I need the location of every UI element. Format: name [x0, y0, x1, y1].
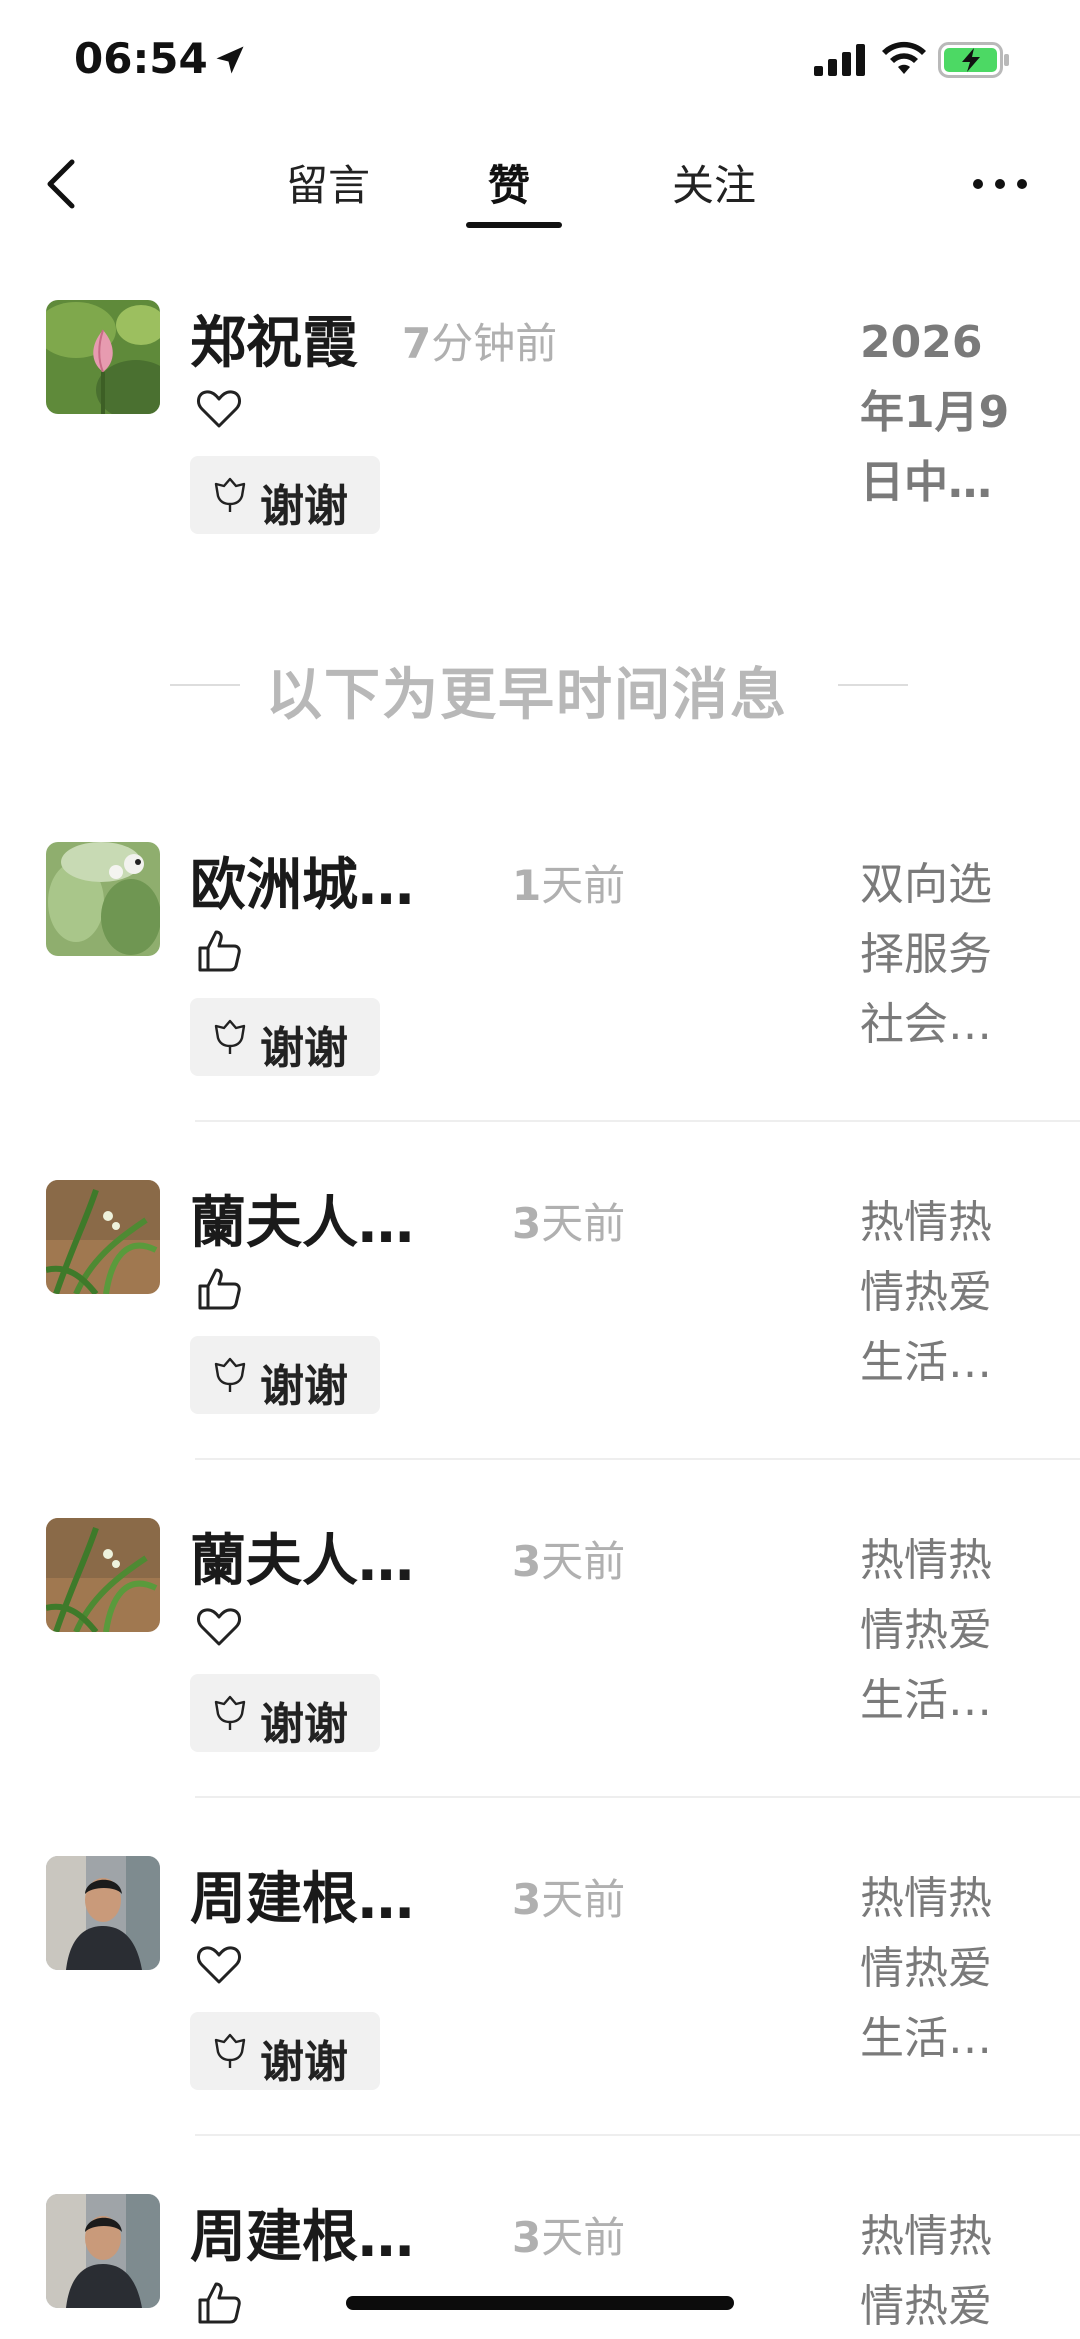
thanks-button[interactable]: 谢谢	[190, 1336, 380, 1414]
more-options-icon[interactable]	[970, 174, 1030, 194]
time-ago: 3天前	[512, 1875, 626, 1924]
post-preview[interactable]: 热情热 情热爱 生活…	[860, 1864, 1060, 2074]
flower-icon	[214, 2033, 246, 2068]
thanks-label: 谢谢	[260, 1361, 348, 1412]
like-item[interactable]: 蘭夫人… 3天前 谢谢 热情热 情热爱 生活…	[0, 1180, 1080, 1440]
back-arrow-icon[interactable]	[42, 154, 82, 214]
like-item[interactable]: 周建根… 3天前 热情热 情热爱	[0, 2194, 1080, 2339]
avatar-person[interactable]	[46, 2194, 160, 2308]
avatar-white-flowers[interactable]	[46, 842, 160, 956]
avatar-orchid[interactable]	[46, 1518, 160, 1632]
thanks-label: 谢谢	[260, 481, 348, 532]
separator-line	[838, 684, 908, 686]
heart-outline-icon	[197, 1946, 241, 1984]
post-preview[interactable]: 热情热 情热爱 生活…	[860, 1188, 1060, 1398]
home-indicator[interactable]	[346, 2296, 734, 2310]
separator-line	[170, 684, 240, 686]
time-ago: 7分钟前	[402, 319, 558, 368]
list-divider	[195, 2134, 1080, 2136]
thanks-button[interactable]: 谢谢	[190, 998, 380, 1076]
thumbs-up-icon	[198, 930, 241, 972]
time-ago: 1天前	[512, 861, 626, 910]
list-divider	[195, 1796, 1080, 1798]
post-preview[interactable]: 热情热 情热爱 生活…	[860, 1526, 1060, 1736]
avatar-lotus-bud[interactable]	[46, 300, 160, 414]
thanks-button[interactable]: 谢谢	[190, 456, 380, 534]
likes-page: 06:54 留言 赞 关注 郑祝霞 7分钟前 谢谢 2026 年1月9 日中… …	[0, 0, 1080, 2339]
list-divider	[195, 1120, 1080, 1122]
thanks-label: 谢谢	[260, 1023, 348, 1074]
thanks-button[interactable]: 谢谢	[190, 1674, 380, 1752]
like-item[interactable]: 周建根… 3天前 谢谢 热情热 情热爱 生活…	[0, 1856, 1080, 2116]
flower-icon	[214, 477, 246, 512]
thumbs-up-icon	[198, 1268, 241, 1310]
avatar-orchid[interactable]	[46, 1180, 160, 1294]
wifi-icon	[882, 41, 926, 74]
earlier-messages-separator: 以下为更早时间消息	[0, 650, 1080, 728]
flower-icon	[214, 1019, 246, 1054]
like-item[interactable]: 郑祝霞 7分钟前 谢谢 2026 年1月9 日中…	[0, 300, 1080, 560]
heart-outline-icon	[197, 1608, 241, 1646]
status-time: 06:54	[74, 34, 208, 83]
like-item[interactable]: 欧洲城… 1天前 谢谢 双向选 择服务 社会…	[0, 842, 1080, 1102]
tab-likes[interactable]: 赞	[488, 152, 530, 213]
thanks-label: 谢谢	[260, 1699, 348, 1750]
flower-icon	[214, 1357, 246, 1392]
user-name[interactable]: 蘭夫人…	[190, 1516, 414, 1597]
status-bar: 06:54	[0, 0, 1080, 120]
earlier-messages-label: 以下为更早时间消息	[266, 663, 788, 728]
post-preview[interactable]: 热情热 情热爱	[860, 2202, 1060, 2339]
tab-follow[interactable]: 关注	[672, 152, 756, 213]
thanks-label: 谢谢	[260, 2037, 348, 2088]
battery-charging-icon	[938, 42, 1009, 78]
time-ago: 3天前	[512, 2213, 626, 2262]
post-preview[interactable]: 双向选 择服务 社会…	[860, 850, 1060, 1060]
active-tab-indicator	[466, 222, 562, 228]
user-name[interactable]: 郑祝霞	[190, 298, 358, 379]
user-name[interactable]: 周建根…	[190, 2192, 414, 2273]
avatar-person[interactable]	[46, 1856, 160, 1970]
time-ago: 3天前	[512, 1199, 626, 1248]
time-ago: 3天前	[512, 1537, 626, 1586]
user-name[interactable]: 蘭夫人…	[190, 1178, 414, 1259]
like-item[interactable]: 蘭夫人… 3天前 谢谢 热情热 情热爱 生活…	[0, 1518, 1080, 1778]
top-navigation: 留言 赞 关注	[0, 130, 1080, 240]
thumbs-up-icon	[198, 2282, 241, 2324]
flower-icon	[214, 1695, 246, 1730]
list-divider	[195, 1458, 1080, 1460]
post-preview[interactable]: 2026 年1月9 日中…	[860, 308, 1060, 518]
user-name[interactable]: 周建根…	[190, 1854, 414, 1935]
user-name[interactable]: 欧洲城…	[190, 840, 414, 921]
thanks-button[interactable]: 谢谢	[190, 2012, 380, 2090]
cellular-signal-icon	[814, 44, 865, 76]
location-arrow-icon	[216, 46, 244, 74]
tab-comments[interactable]: 留言	[286, 152, 370, 213]
heart-outline-icon	[197, 390, 241, 428]
